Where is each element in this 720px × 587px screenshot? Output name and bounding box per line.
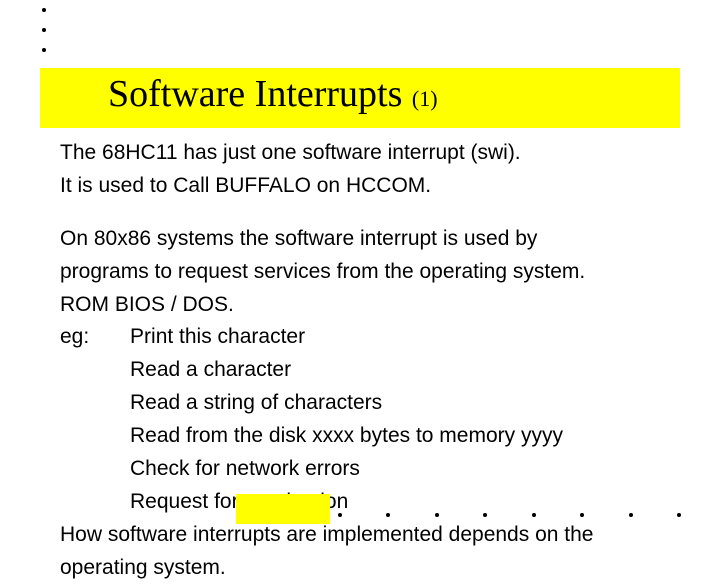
decorative-dot — [677, 513, 681, 517]
decorative-dot — [580, 513, 584, 517]
body-line: ROM BIOS / DOS. — [60, 292, 660, 319]
body-line: It is used to Call BUFFALO on HCCOM. — [60, 173, 660, 200]
slide-title: Software Interrupts (1) — [108, 72, 438, 116]
title-subscript: (1) — [412, 86, 438, 111]
decorative-dot — [42, 28, 46, 32]
decorative-dot — [42, 48, 46, 52]
body-line: On 80x86 systems the software interrupt … — [60, 226, 660, 253]
decorative-dot — [338, 513, 342, 517]
example-label: eg: Print this character — [60, 324, 660, 351]
decorative-dot-row — [338, 506, 720, 524]
highlight-strip — [236, 494, 330, 524]
decorative-dot — [629, 513, 633, 517]
title-main: Software Interrupts — [108, 73, 412, 115]
example-item: Read a character — [60, 357, 660, 384]
decorative-dot — [532, 513, 536, 517]
body-line: operating system. — [60, 555, 660, 582]
decorative-dot — [386, 513, 390, 517]
body-line: programs to request services from the op… — [60, 259, 660, 286]
example-item: Read from the disk xxxx bytes to memory … — [60, 423, 660, 450]
decorative-dot — [42, 8, 46, 12]
decorative-dot — [483, 513, 487, 517]
decorative-dot — [435, 513, 439, 517]
example-item: Check for network errors — [60, 456, 660, 483]
body-line: The 68HC11 has just one software interru… — [60, 140, 660, 167]
example-item: Read a string of characters — [60, 390, 660, 417]
body-line: How software interrupts are implemented … — [60, 522, 660, 549]
